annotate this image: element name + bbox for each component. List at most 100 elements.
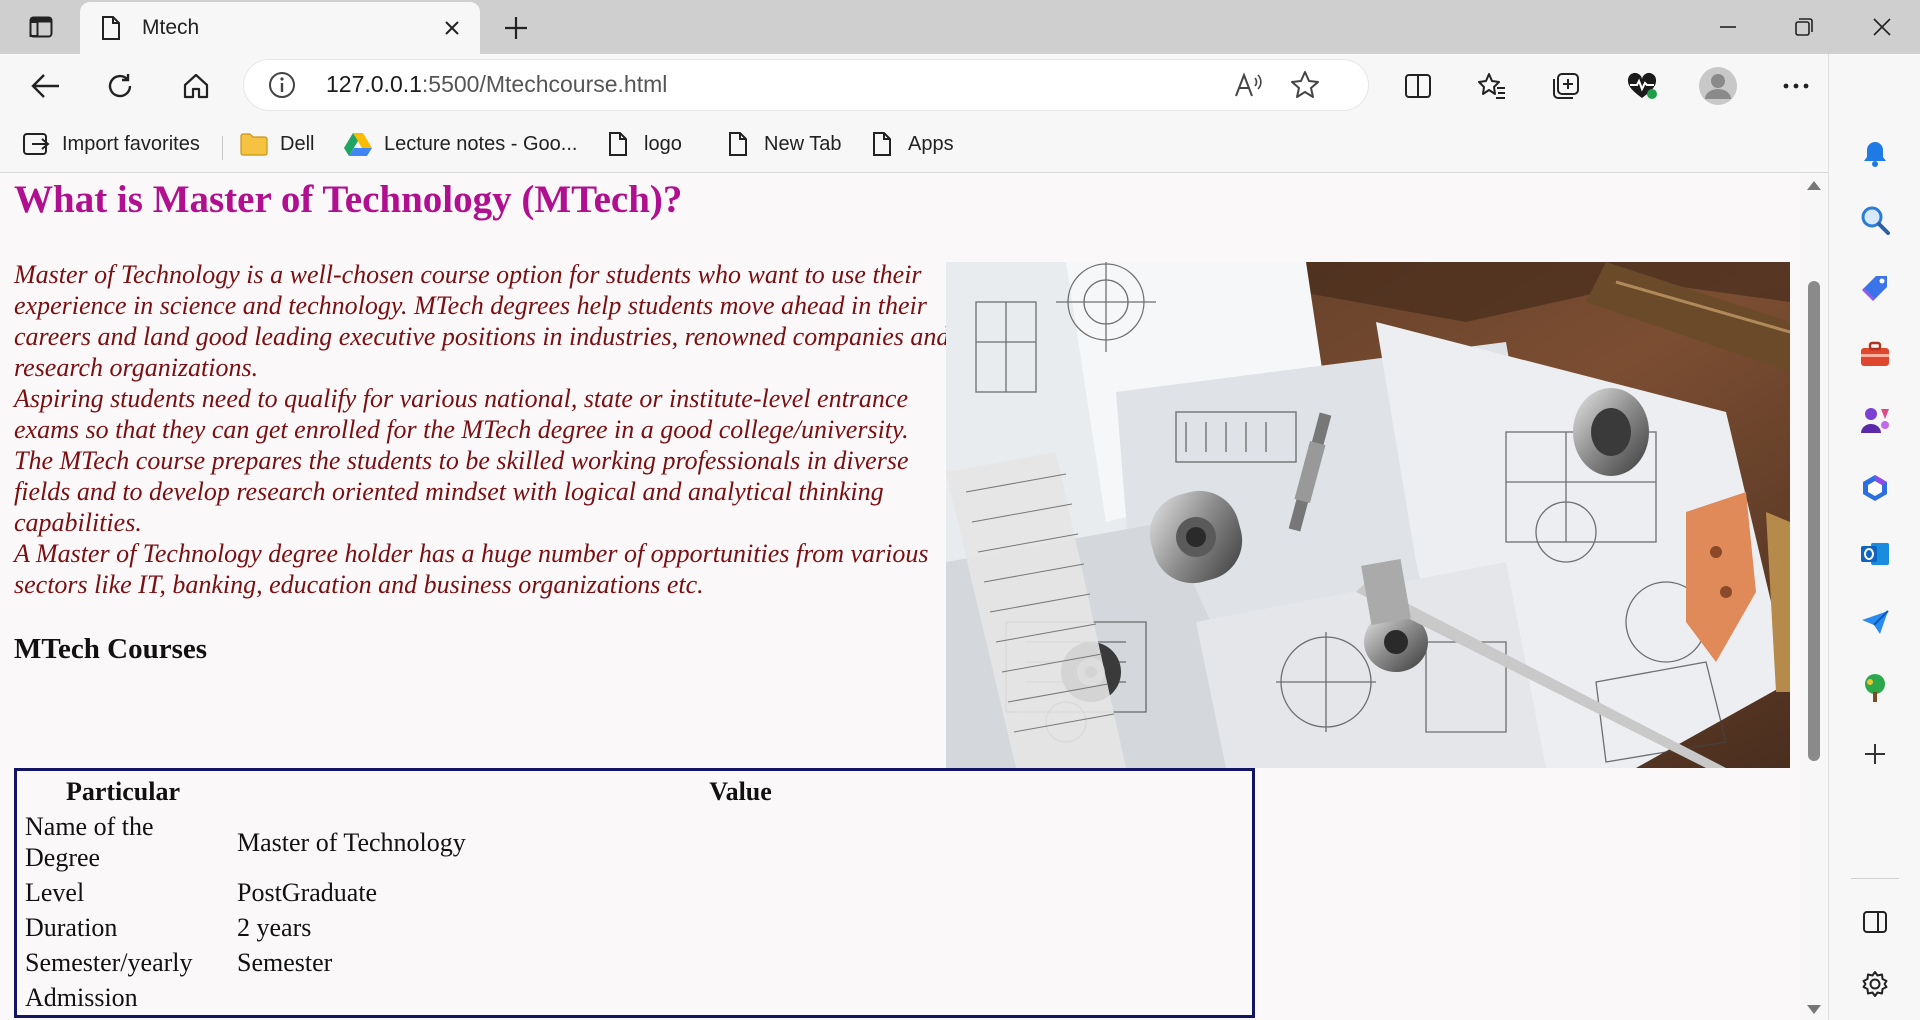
favorites-list-icon (1478, 73, 1505, 99)
scroll-up-arrow[interactable] (1807, 181, 1821, 190)
tree-button[interactable] (1853, 666, 1897, 710)
favorite-new-tab[interactable]: New Tab (724, 126, 841, 162)
settings-icon (1862, 971, 1888, 997)
bell-icon (1864, 142, 1886, 167)
more-menu-button[interactable] (1774, 64, 1818, 108)
hide-sidebar-button[interactable] (1853, 900, 1897, 944)
vertical-scrollbar[interactable] (1800, 173, 1828, 1020)
restore-icon (1795, 18, 1813, 36)
address-bar[interactable]: 127.0.0.1:5500/Mtechcourse.html (244, 60, 1368, 110)
table-cell-particular: Admission (25, 983, 138, 1012)
outlook-button[interactable] (1853, 532, 1897, 576)
favorite-label: Apps (908, 132, 954, 155)
scroll-down-arrow[interactable] (1807, 1005, 1821, 1014)
close-tab-button[interactable] (432, 8, 472, 48)
heartbeat-icon (1627, 72, 1657, 99)
courses-table: Particular Value Name of the Degree Mast… (14, 768, 1255, 1018)
outlook-icon (1861, 543, 1889, 565)
tree-icon (1865, 674, 1885, 702)
column-header-particular: Particular (65, 777, 181, 806)
favorite-apps[interactable]: Apps (868, 126, 954, 162)
tab-actions-icon (29, 16, 53, 38)
favorite-star-button[interactable] (1288, 68, 1322, 102)
table-row: Semester/yearly Semester (17, 945, 1252, 980)
shopping-button[interactable] (1853, 266, 1897, 310)
new-tab-button[interactable] (496, 8, 536, 48)
url-path: :5500/Mtechcourse.html (421, 71, 668, 97)
plus-icon (505, 17, 527, 39)
table-cell-value (229, 980, 1252, 1015)
games-button[interactable] (1853, 398, 1897, 442)
table-cell-value: PostGraduate (237, 878, 378, 907)
home-button[interactable] (174, 64, 218, 108)
active-tab[interactable]: Mtech (80, 2, 480, 54)
collections-button[interactable] (1544, 64, 1588, 108)
profile-button[interactable] (1696, 64, 1740, 108)
tab-strip: Mtech (0, 0, 1920, 54)
google-drive-icon (344, 130, 372, 158)
close-window-button[interactable] (1844, 0, 1920, 54)
intro-paragraph: Aspiring students need to qualify for va… (14, 384, 909, 537)
page-icon (868, 130, 896, 158)
table-row: Duration 2 years (17, 910, 1252, 945)
minimize-icon (1720, 26, 1736, 28)
table-cell-value: Master of Technology (237, 827, 466, 857)
refresh-icon (108, 74, 132, 98)
table-cell-value: 2 years (237, 913, 312, 942)
courses-heading: MTech Courses (14, 633, 208, 665)
read-aloud-button[interactable] (1232, 68, 1266, 102)
sidebar-settings-button[interactable] (1853, 962, 1897, 1006)
page-icon (100, 14, 122, 42)
close-icon (1873, 18, 1891, 36)
minimize-button[interactable] (1690, 0, 1766, 54)
star-icon (1291, 71, 1319, 98)
scrollbar-thumb[interactable] (1808, 281, 1820, 761)
sidebar-divider (1851, 878, 1899, 879)
url-host: 127.0.0.1 (326, 71, 422, 97)
favorite-import-favorites[interactable]: Import favorites (22, 126, 200, 162)
favorite-logo[interactable]: logo (604, 126, 682, 162)
page-viewport[interactable]: What is Master of Technology (MTech)? Ma… (0, 173, 1828, 1020)
refresh-button[interactable] (98, 64, 142, 108)
microsoft-365-button[interactable] (1853, 466, 1897, 510)
favorite-label: New Tab (764, 132, 842, 155)
favorites-button[interactable] (1470, 64, 1514, 108)
intro-paragraph: Master of Technology is a well-chosen co… (14, 260, 950, 382)
split-screen-icon (1405, 74, 1431, 98)
import-icon (22, 130, 50, 158)
restore-button[interactable] (1766, 0, 1842, 54)
favorite-lecture-notes[interactable]: Lecture notes - Goo... (344, 126, 577, 162)
read-aloud-icon (1235, 72, 1262, 97)
avatar (1699, 67, 1737, 105)
more-icon (1783, 83, 1809, 89)
favorite-label: Dell (280, 132, 315, 155)
plus-icon (1865, 744, 1885, 764)
split-screen-button[interactable] (1396, 64, 1440, 108)
home-icon (183, 73, 209, 99)
favorite-label: logo (644, 132, 682, 155)
back-button[interactable] (24, 64, 68, 108)
table-cell-particular: Name of the Degree (25, 812, 154, 872)
games-icon (1861, 408, 1889, 433)
toolbox-icon (1861, 341, 1889, 366)
navigation-toolbar: 127.0.0.1:5500/Mtechcourse.html (0, 54, 1920, 116)
info-icon[interactable] (268, 71, 296, 99)
add-sidebar-app-button[interactable] (1853, 732, 1897, 776)
notifications-button[interactable] (1853, 132, 1897, 176)
sidebar-search-button[interactable] (1853, 198, 1897, 242)
tools-button[interactable] (1853, 332, 1897, 376)
tab-actions-button[interactable] (14, 10, 68, 44)
intro-paragraph: A Master of Technology degree holder has… (14, 539, 929, 599)
tab-title: Mtech (142, 16, 200, 39)
page-icon (604, 130, 632, 158)
table-row: Admission (17, 980, 1252, 1015)
page-title: What is Master of Technology (MTech)? (14, 178, 683, 221)
favorites-bar: Import favorites Dell Lecture notes - Go… (0, 116, 1828, 173)
favorite-dell[interactable]: Dell (240, 126, 314, 162)
browser-essentials-button[interactable] (1620, 64, 1664, 108)
url-text[interactable]: 127.0.0.1:5500/Mtechcourse.html (326, 71, 667, 98)
drop-button[interactable] (1853, 600, 1897, 644)
column-header-value: Value (709, 777, 772, 806)
favorite-label: Import favorites (62, 132, 200, 155)
search-icon (1861, 206, 1890, 235)
